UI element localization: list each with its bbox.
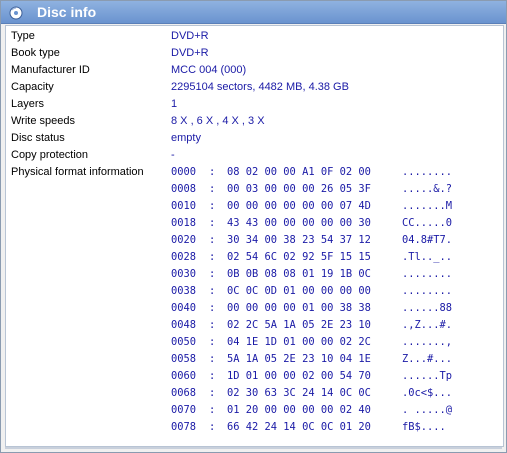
hex-ascii: ......., xyxy=(402,336,453,348)
hex-ascii: .,Z...#. xyxy=(402,319,453,331)
hex-offset: 0028 xyxy=(171,251,197,263)
hex-bytes: 04 1E 1D 01 00 00 02 2C xyxy=(227,336,371,348)
hex-ascii: CC.....0 xyxy=(402,217,453,229)
hex-ascii: .Tl.._.. xyxy=(402,251,453,263)
hex-ascii: .0c<$... xyxy=(402,387,453,399)
hex-bytes: 02 2C 5A 1A 05 2E 23 10 xyxy=(227,319,371,331)
hex-separator: : xyxy=(209,370,216,382)
hex-separator: : xyxy=(209,336,216,348)
hex-separator: : xyxy=(209,353,216,365)
hex-ascii: .....&.? xyxy=(402,183,453,195)
hex-offset: 0048 xyxy=(171,319,197,331)
property-label: Layers xyxy=(11,98,45,110)
property-row: Copy protection - xyxy=(6,147,503,164)
hex-offset: 0018 xyxy=(171,217,197,229)
disc-info-window: Disc info Type DVD+R Book type DVD+R Manufac… xyxy=(0,0,507,453)
hex-separator: : xyxy=(209,217,216,229)
hex-bytes: 30 34 00 38 23 54 37 12 xyxy=(227,234,371,246)
property-row: Disc status empty xyxy=(6,130,503,147)
hex-separator: : xyxy=(209,404,216,416)
hex-ascii: Z...#... xyxy=(402,353,453,365)
property-label: Capacity xyxy=(11,81,54,93)
physical-format-label: Physical format information xyxy=(11,166,144,178)
property-row: Capacity 2295104 sectors, 4482 MB, 4.38 G… xyxy=(6,79,503,96)
hex-separator: : xyxy=(209,285,216,297)
disc-info-panel: Type DVD+R Book type DVD+R Manufacturer ID MC… xyxy=(5,25,504,447)
hex-ascii: . .....@ xyxy=(402,404,453,416)
hex-bytes: 02 30 63 3C 24 14 0C 0C xyxy=(227,387,371,399)
property-label: Manufacturer ID xyxy=(11,64,90,76)
hex-ascii: fB$.... xyxy=(402,421,446,433)
hex-bytes: 5A 1A 05 2E 23 10 04 1E xyxy=(227,353,371,365)
hex-offset: 0068 xyxy=(171,387,197,399)
property-label: Type xyxy=(11,30,35,42)
hex-offset: 0030 xyxy=(171,268,197,280)
hex-offset: 0060 xyxy=(171,370,197,382)
hex-ascii: .......M xyxy=(402,200,453,212)
hex-bytes: 0B 0B 08 08 01 19 1B 0C xyxy=(227,268,371,280)
property-row: Layers 1 xyxy=(6,96,503,113)
property-row: Type DVD+R xyxy=(6,28,503,45)
property-value: MCC 004 (000) xyxy=(171,64,247,76)
hex-offset: 0010 xyxy=(171,200,197,212)
hex-separator: : xyxy=(209,183,216,195)
hex-offset: 0038 xyxy=(171,285,197,297)
hex-bytes: 0C 0C 0D 01 00 00 00 00 xyxy=(227,285,371,297)
hex-bytes: 00 00 00 00 00 00 07 4D xyxy=(227,200,371,212)
hex-offset: 0008 xyxy=(171,183,197,195)
hex-bytes: 00 00 00 00 01 00 38 38 xyxy=(227,302,371,314)
panel-divider xyxy=(5,447,502,449)
property-value: 8 X , 6 X , 4 X , 3 X xyxy=(171,115,265,127)
property-label: Copy protection xyxy=(11,149,89,161)
hex-offset: 0058 xyxy=(171,353,197,365)
property-value: DVD+R xyxy=(171,30,209,42)
hex-bytes: 66 42 24 14 0C 0C 01 20 xyxy=(227,421,371,433)
property-label: Write speeds xyxy=(11,115,75,127)
hex-ascii: ......Tp xyxy=(402,370,453,382)
window-title: Disc info xyxy=(37,4,97,20)
hex-offset: 0070 xyxy=(171,404,197,416)
hex-offset: 0040 xyxy=(171,302,197,314)
hex-offset: 0078 xyxy=(171,421,197,433)
hex-separator: : xyxy=(209,421,216,433)
hex-separator: : xyxy=(209,200,216,212)
property-row: Book type DVD+R xyxy=(6,45,503,62)
hex-bytes: 1D 01 00 00 02 00 54 70 xyxy=(227,370,371,382)
property-value: 1 xyxy=(171,98,178,110)
property-row: Manufacturer ID MCC 004 (000) xyxy=(6,62,503,79)
property-label: Disc status xyxy=(11,132,65,144)
hex-separator: : xyxy=(209,166,216,178)
property-label: Book type xyxy=(11,47,60,59)
hex-bytes: 08 02 00 00 A1 0F 02 00 xyxy=(227,166,371,178)
hex-separator: : xyxy=(209,387,216,399)
hex-ascii: ........ xyxy=(402,166,453,178)
property-value: DVD+R xyxy=(171,47,209,59)
hex-separator: : xyxy=(209,302,216,314)
title-bar: Disc info xyxy=(1,1,506,24)
hex-bytes: 00 03 00 00 00 26 05 3F xyxy=(227,183,371,195)
hex-separator: : xyxy=(209,268,216,280)
property-row: Write speeds 8 X , 6 X , 4 X , 3 X xyxy=(6,113,503,130)
hex-ascii: 04.8#T7. xyxy=(402,234,453,246)
hex-offset: 0050 xyxy=(171,336,197,348)
hex-separator: : xyxy=(209,234,216,246)
hex-ascii: ........ xyxy=(402,285,453,297)
property-value: 2295104 sectors, 4482 MB, 4.38 GB xyxy=(171,81,349,93)
hex-separator: : xyxy=(209,319,216,331)
hex-offset: 0020 xyxy=(171,234,197,246)
hex-offset: 0000 xyxy=(171,166,197,178)
hex-bytes: 01 20 00 00 00 00 02 40 xyxy=(227,404,371,416)
property-value: empty xyxy=(171,132,201,144)
hex-ascii: ......88 xyxy=(402,302,453,314)
hex-ascii: ........ xyxy=(402,268,453,280)
disc-icon xyxy=(9,5,23,20)
hex-bytes: 02 54 6C 02 92 5F 15 15 xyxy=(227,251,371,263)
property-value: - xyxy=(171,149,175,161)
hex-bytes: 43 43 00 00 00 00 00 30 xyxy=(227,217,371,229)
hex-separator: : xyxy=(209,251,216,263)
